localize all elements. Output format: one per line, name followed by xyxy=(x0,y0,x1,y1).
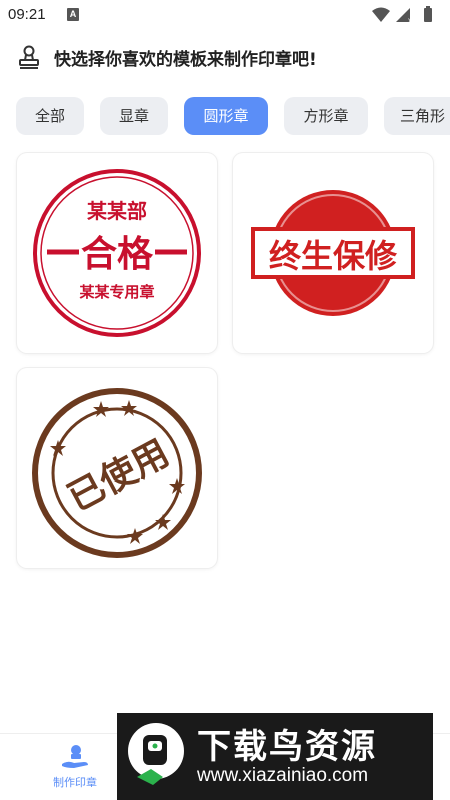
tab-all[interactable]: 全部 xyxy=(16,97,84,135)
bird-logo-icon xyxy=(128,723,184,785)
stamp-top-text: 某某部 xyxy=(87,199,147,223)
wifi-icon xyxy=(372,7,390,22)
stamp-bottom-text: 某某专用章 xyxy=(79,283,154,301)
watermark-url: www.xiazainiao.com xyxy=(197,765,369,786)
page-header: 快选择你喜欢的模板来制作印章吧! xyxy=(18,40,438,74)
stamp-qualified-image: 某某部 合格 某某专用章 xyxy=(33,169,201,337)
status-icons: x xyxy=(372,6,432,24)
tab-square-stamp[interactable]: 方形章 xyxy=(284,97,368,135)
page-title: 快选择你喜欢的模板来制作印章吧! xyxy=(54,49,317,70)
tab-display[interactable]: 显章 xyxy=(100,97,168,135)
nav-item-make-stamp[interactable]: 制作印章 xyxy=(40,744,110,794)
template-card-qualified[interactable]: 某某部 合格 某某专用章 xyxy=(17,153,217,353)
stamp-main-text: 已使用 xyxy=(61,433,176,520)
stamp-warranty-image: 终生保修 xyxy=(251,190,415,316)
battery-icon xyxy=(424,6,432,22)
svg-text:x: x xyxy=(408,16,412,24)
template-card-lifetime-warranty[interactable]: 终生保修 xyxy=(233,153,433,353)
watermark-title: 下载鸟资源 xyxy=(197,727,377,767)
category-tabs: 全部 显章 圆形章 方形章 三角形 xyxy=(16,97,450,135)
signal-icon: x xyxy=(396,8,412,24)
template-card-used[interactable]: 已使用 xyxy=(17,368,217,568)
status-time: 09:21 xyxy=(8,6,46,23)
notification-a-icon: A xyxy=(67,8,79,21)
stamp-icon xyxy=(19,45,39,69)
stamp-used-image: 已使用 xyxy=(32,388,202,558)
watermark-banner: 下载鸟资源 www.xiazainiao.com xyxy=(117,713,433,800)
status-bar: 09:21 A x xyxy=(0,0,450,32)
nav-label-make-stamp: 制作印章 xyxy=(53,776,97,789)
stamp-main-text: 合格 xyxy=(81,233,154,275)
hand-stamp-icon xyxy=(62,745,88,768)
tab-round-stamp[interactable]: 圆形章 xyxy=(184,97,268,135)
stamp-main-text: 终生保修 xyxy=(269,237,398,275)
tab-triangle-stamp[interactable]: 三角形 xyxy=(384,97,450,135)
